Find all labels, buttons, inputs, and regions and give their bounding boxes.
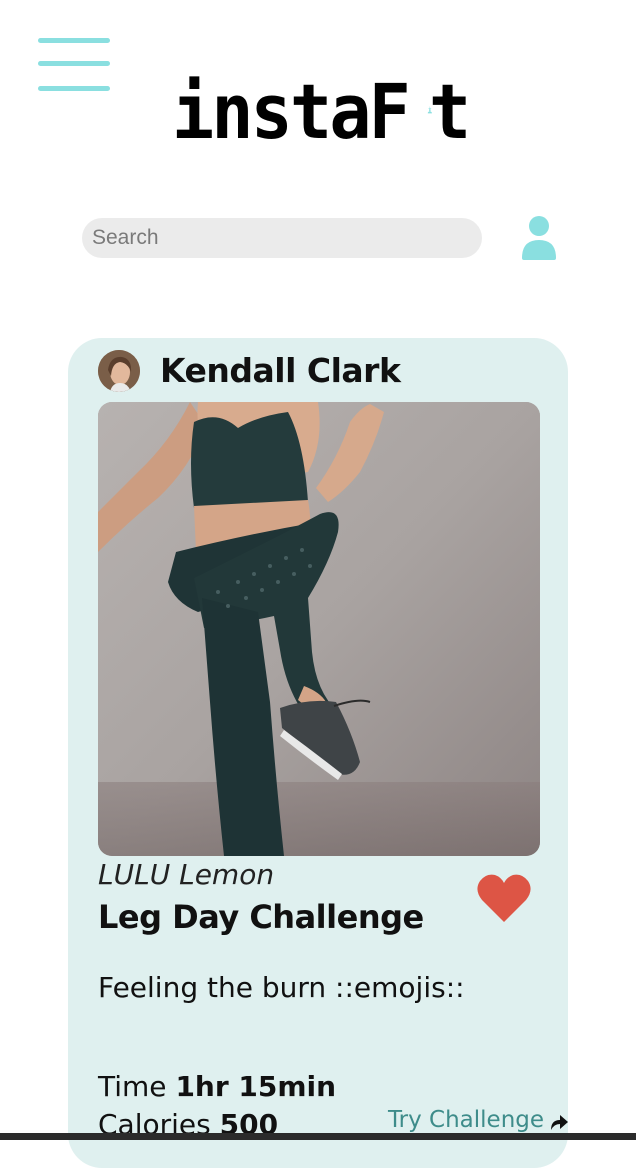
try-challenge-link[interactable]: Try Challenge — [388, 1104, 569, 1136]
post-photo — [98, 402, 540, 856]
hamburger-menu-icon-line — [38, 61, 110, 66]
time-value: 1hr 15min — [175, 1070, 337, 1103]
time-label: Time — [98, 1070, 167, 1103]
logo-text-right: t — [429, 67, 471, 156]
hamburger-menu-icon — [38, 38, 110, 43]
share-arrow-icon — [551, 1115, 569, 1130]
menu-button[interactable] — [38, 36, 110, 96]
search-input[interactable] — [82, 218, 482, 258]
bottom-bar — [0, 1133, 636, 1140]
brand-name: LULU Lemon — [98, 858, 275, 891]
post-card: Kendall Clark LULU Lemon Leg Day Challen… — [68, 338, 569, 1168]
profile-button[interactable] — [520, 214, 558, 262]
hamburger-menu-icon-line — [38, 86, 110, 91]
app-logo: instaF t — [172, 64, 472, 150]
challenge-title: Leg Day Challenge — [98, 898, 424, 936]
user-icon — [522, 216, 556, 260]
author-name[interactable]: Kendall Clark — [160, 348, 401, 394]
heart-icon — [477, 874, 531, 922]
try-challenge-label: Try Challenge — [388, 1107, 545, 1133]
post-caption: Feeling the burn ::emojis:: — [98, 971, 465, 1004]
logo-text-left: instaF — [172, 67, 411, 156]
like-button[interactable] — [476, 872, 532, 924]
avatar[interactable] — [98, 350, 140, 392]
time-stat: Time 1hr 15min — [98, 1070, 336, 1104]
